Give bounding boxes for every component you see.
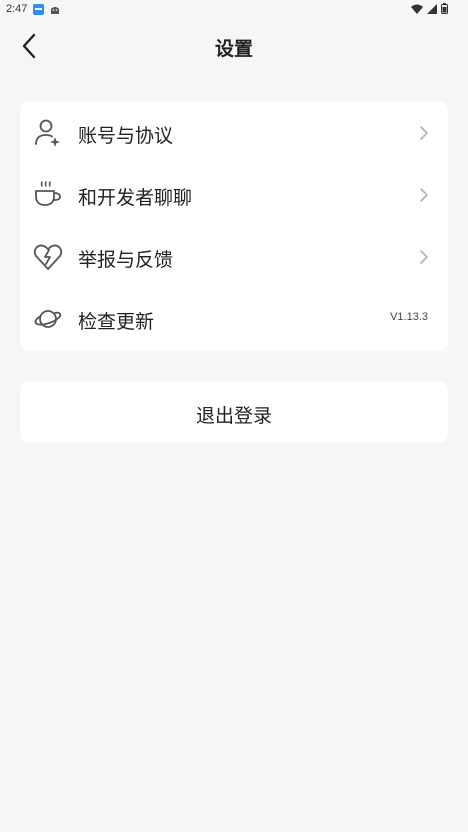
user-sparkle-icon	[35, 119, 60, 147]
menu-item-report-feedback[interactable]: 举报与反馈	[20, 226, 448, 288]
menu-item-account-agreement[interactable]: 账号与协议	[20, 102, 448, 164]
chevron-right-icon	[420, 126, 428, 140]
chevron-right-icon	[420, 188, 428, 202]
menu-item-chat-with-developer[interactable]: 和开发者聊聊	[20, 164, 448, 226]
top-bar: 设置	[0, 18, 468, 76]
android-icon	[51, 7, 59, 14]
broken-heart-icon	[33, 244, 63, 270]
logout-label: 退出登录	[195, 405, 272, 427]
chevron-right-icon	[420, 250, 428, 264]
menu-item-label: 检查更新	[78, 311, 155, 333]
signal-icon	[427, 3, 437, 14]
menu-item-label: 账号与协议	[78, 125, 174, 147]
battery-icon	[441, 3, 448, 14]
coffee-cup-icon	[35, 181, 61, 206]
wifi-icon	[411, 4, 423, 14]
notification-app-icon	[33, 4, 44, 15]
settings-menu-card: 账号与协议 和开发者聊聊 举报与反馈 检查更新 V1.13.3	[20, 101, 448, 351]
status-bar: 2:47	[0, 0, 468, 18]
status-time: 2:47	[6, 3, 28, 15]
page-title: 设置	[214, 38, 253, 60]
logout-button[interactable]: 退出登录	[20, 381, 448, 443]
menu-item-label: 和开发者聊聊	[78, 187, 193, 209]
menu-item-label: 举报与反馈	[78, 249, 174, 271]
menu-item-check-update[interactable]: 检查更新 V1.13.3	[20, 288, 448, 350]
planet-icon	[34, 310, 62, 328]
version-value: V1.13.3	[390, 311, 428, 323]
